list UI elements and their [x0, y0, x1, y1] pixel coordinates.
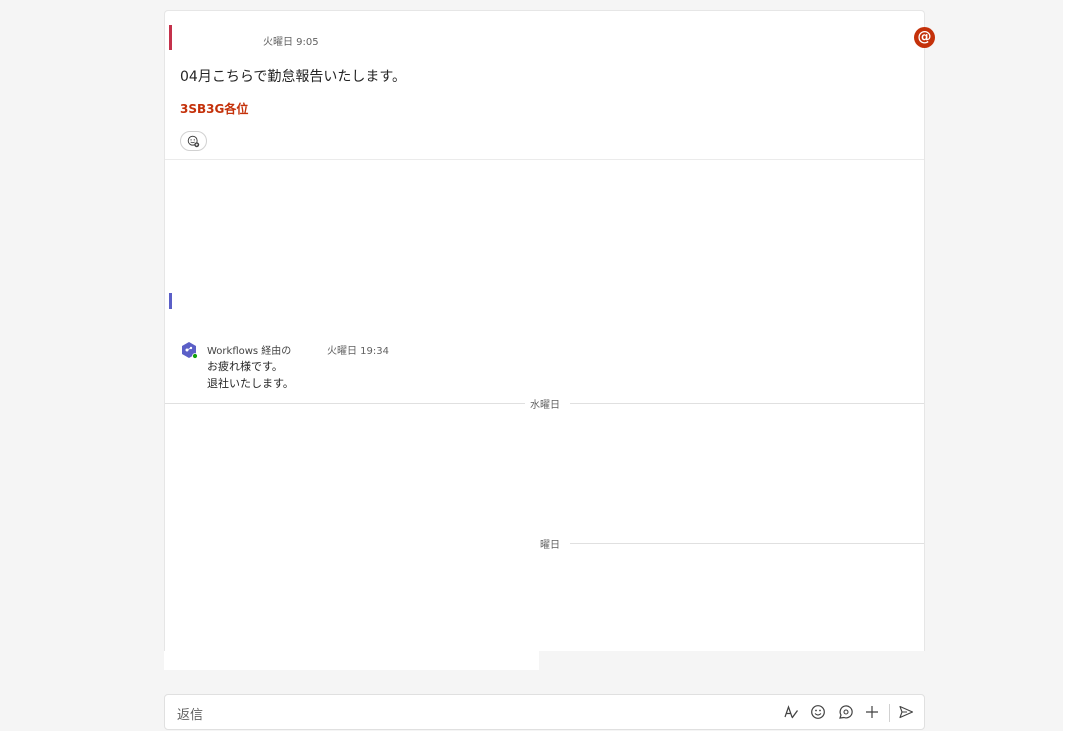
thread-footer — [164, 651, 539, 670]
reply-line-2: 退社いたします。 — [207, 377, 294, 390]
loop-button[interactable] — [835, 702, 855, 722]
add-reaction-button[interactable] — [180, 131, 207, 151]
post-body-text: 04月こちらで勤怠報告いたします。 — [180, 69, 406, 85]
reply-composer[interactable]: 返信 — [164, 694, 925, 730]
day-divider: 水曜日 — [165, 396, 924, 411]
day-divider-label: 水曜日 — [526, 396, 564, 411]
post-timestamp: 火曜日 9:05 — [263, 37, 319, 48]
loop-icon — [839, 705, 853, 719]
day-divider: 曜日 — [165, 536, 924, 551]
add-button[interactable] — [862, 702, 882, 722]
emoji-icon — [811, 705, 825, 719]
post-separator — [165, 159, 924, 160]
channel-thread: 火曜日 9:05 @ 04月こちらで勤怠報告いたします。 3SB3G各位 Wor… — [164, 10, 935, 651]
sender-name[interactable]: Workflows 経由の — [207, 342, 291, 357]
workflows-avatar-icon — [182, 342, 198, 359]
reply-input[interactable]: 返信 — [177, 704, 203, 723]
toolbar-divider — [889, 704, 890, 722]
mention-icon: @ — [914, 27, 935, 48]
mention-tag[interactable]: 3SB3G各位 — [180, 100, 248, 117]
format-button[interactable] — [781, 702, 801, 722]
smiley-add-icon — [187, 135, 200, 147]
add-icon — [866, 706, 878, 718]
emoji-button[interactable] — [808, 702, 828, 722]
right-edge — [1063, 0, 1074, 731]
send-button[interactable] — [896, 702, 916, 722]
day-divider-label: 曜日 — [536, 536, 564, 551]
important-accent-bar — [169, 25, 172, 50]
reply-timestamp: 火曜日 19:34 — [327, 346, 389, 357]
reply-accent-bar — [169, 293, 172, 309]
reply-line-1: お疲れ様です。 — [207, 360, 283, 373]
send-icon — [899, 705, 914, 719]
format-icon — [784, 705, 799, 719]
